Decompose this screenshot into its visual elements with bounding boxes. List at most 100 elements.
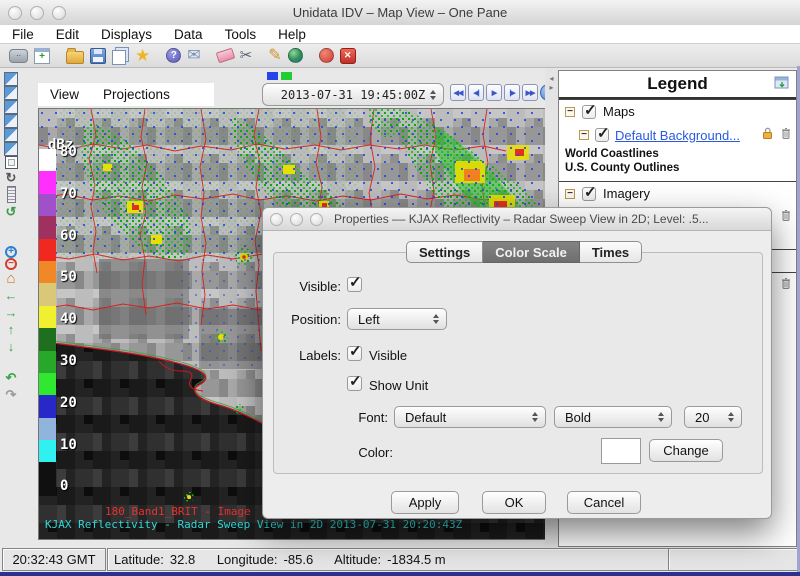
font-style-value: Bold — [565, 410, 591, 425]
pan-down-icon[interactable]: ↓ — [8, 338, 15, 355]
time-indicator-square-0 — [267, 72, 278, 80]
display-link[interactable]: Default Background... — [615, 128, 740, 143]
view-back-icon[interactable] — [4, 142, 18, 156]
tab-times[interactable]: Times — [580, 241, 642, 263]
collapse-icon[interactable]: − — [565, 107, 575, 117]
ruler-icon[interactable] — [7, 186, 16, 203]
legend-section-imagery: − Imagery — [559, 181, 796, 205]
exit-icon[interactable]: ✕ — [340, 48, 356, 64]
time-select[interactable]: 2013-07-31 19:45:00Z — [262, 83, 444, 106]
legend-section-label: Maps — [603, 104, 635, 119]
perspective-icon[interactable] — [5, 156, 18, 169]
step-forward-button[interactable]: |▶ — [504, 84, 520, 101]
view-top-icon[interactable] — [4, 72, 18, 86]
favorites-star-icon[interactable]: ★ — [135, 47, 150, 65]
eraser-icon[interactable] — [215, 48, 235, 64]
view-front-icon[interactable] — [4, 128, 18, 142]
pan-up-icon[interactable]: ↑ — [8, 321, 15, 338]
stop-loads-icon[interactable] — [319, 48, 334, 63]
change-color-button[interactable]: Change — [649, 439, 723, 462]
trash-icon[interactable] — [780, 208, 792, 227]
collapse-left-icon[interactable]: ◂ — [549, 74, 553, 83]
home-icon[interactable]: ⌂ — [6, 270, 15, 287]
dashboard-icon[interactable]: ∙∙ — [9, 49, 28, 63]
window-titlebar: Unidata IDV – Map View – One Pane — [0, 0, 800, 26]
font-name-select[interactable]: Default — [394, 406, 546, 428]
maps-visible-checkbox[interactable] — [582, 105, 596, 119]
trash-icon[interactable] — [780, 126, 792, 145]
redo-icon[interactable]: ↷ — [6, 386, 17, 403]
new-window-icon[interactable]: + — [34, 48, 50, 64]
undo-icon[interactable]: ↶ — [6, 369, 17, 386]
longitude-value: -85.6 — [284, 552, 314, 567]
lock-icon[interactable] — [761, 126, 774, 145]
zoom-out-icon[interactable]: − — [5, 258, 17, 270]
app-window: Unidata IDV – Map View – One Pane FileEd… — [0, 0, 800, 576]
menubar: FileEditDisplaysDataToolsHelp — [0, 25, 800, 44]
labels-visible-checkbox[interactable] — [347, 346, 362, 361]
color-swatch — [601, 438, 641, 464]
map-menu-projections[interactable]: Projections — [91, 87, 182, 102]
save-bundle-icon[interactable] — [90, 48, 106, 64]
open-bundle-icon[interactable] — [66, 51, 84, 64]
map-layer-label[interactable]: World Coastlines — [559, 147, 796, 161]
menu-data[interactable]: Data — [163, 27, 214, 42]
go-first-button[interactable]: ◀◀ — [450, 84, 466, 101]
trash-icon[interactable] — [780, 276, 792, 295]
collapse-icon[interactable]: − — [565, 189, 575, 199]
view-left-icon[interactable] — [4, 100, 18, 114]
draw-icon[interactable]: ✎ — [268, 47, 281, 65]
collapse-icon[interactable]: − — [579, 130, 589, 140]
clock-display: 20:32:43 GMT — [2, 548, 106, 571]
menu-file[interactable]: File — [0, 27, 45, 42]
cut-icon[interactable]: ✂ — [240, 47, 253, 65]
pan-left-icon[interactable]: ← — [5, 287, 18, 304]
font-style-select[interactable]: Bold — [554, 406, 672, 428]
labels-visible-text: Visible — [369, 348, 407, 363]
cancel-button[interactable]: Cancel — [567, 491, 641, 514]
time-indicator — [267, 72, 292, 80]
step-back-button[interactable]: ◀| — [468, 84, 484, 101]
visible-checkbox[interactable] — [347, 277, 362, 292]
dialog-minimize-icon[interactable] — [290, 213, 303, 226]
legend-title: Legend — [559, 71, 796, 97]
map-layer-label[interactable]: U.S. County Outlines — [559, 161, 796, 175]
tab-settings[interactable]: Settings — [406, 241, 483, 263]
globe-icon[interactable] — [288, 48, 303, 63]
position-select[interactable]: Left — [347, 308, 447, 330]
menu-tools[interactable]: Tools — [214, 27, 268, 42]
font-size-value: 20 — [695, 410, 709, 425]
expand-right-icon[interactable]: ▸ — [549, 83, 553, 92]
float-legend-icon[interactable] — [774, 76, 790, 95]
map-menu-view[interactable]: View — [38, 87, 91, 102]
latitude-label: Latitude: — [114, 552, 164, 567]
dialog-close-icon[interactable] — [270, 213, 283, 226]
pan-right-icon[interactable]: → — [5, 304, 18, 321]
show-unit-text: Show Unit — [369, 378, 428, 393]
go-last-button[interactable]: ▶▶ — [522, 84, 538, 101]
view-bottom-icon[interactable] — [4, 86, 18, 100]
imagery-visible-checkbox[interactable] — [582, 187, 596, 201]
rotate-icon[interactable]: ↻ — [6, 169, 17, 186]
copy-icon[interactable] — [112, 50, 126, 65]
ok-button[interactable]: OK — [482, 491, 546, 514]
show-unit-checkbox[interactable] — [347, 376, 362, 391]
dialog-zoom-icon[interactable] — [310, 213, 323, 226]
menu-displays[interactable]: Displays — [90, 27, 163, 42]
refresh-icon[interactable]: ↺ — [6, 203, 17, 220]
help-icon[interactable]: ? — [166, 48, 181, 63]
item-visible-checkbox[interactable] — [595, 128, 609, 142]
legend-section-maps: − Maps — [559, 99, 796, 123]
apply-button[interactable]: Apply — [391, 491, 459, 514]
font-size-select[interactable]: 20 — [684, 406, 742, 428]
time-indicator-square-1 — [281, 72, 292, 80]
menu-edit[interactable]: Edit — [45, 27, 90, 42]
play-button[interactable]: ▶ — [486, 84, 502, 101]
font-label: Font: — [263, 410, 388, 425]
tab-color-scale[interactable]: Color Scale — [483, 241, 580, 263]
menu-help[interactable]: Help — [267, 27, 317, 42]
view-right-icon[interactable] — [4, 114, 18, 128]
position-value: Left — [358, 312, 380, 327]
support-mail-icon[interactable]: ✉ — [187, 47, 200, 65]
zoom-in-icon[interactable]: + — [5, 246, 17, 258]
